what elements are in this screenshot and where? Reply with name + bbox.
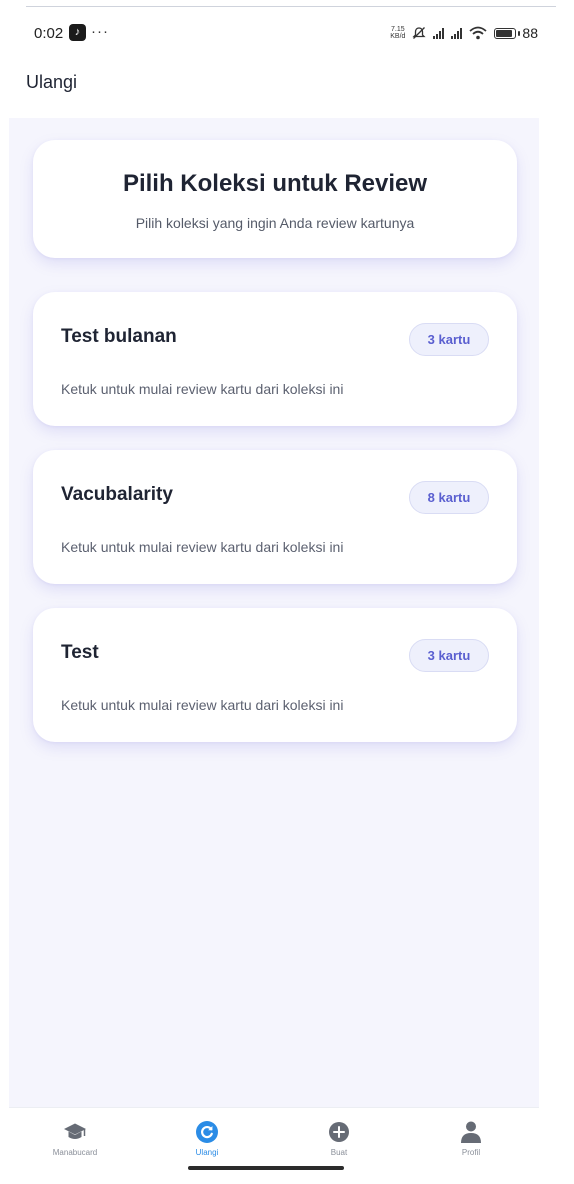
nav-label: Manabucard: [52, 1148, 98, 1157]
collection-name: Test: [61, 642, 99, 663]
plus-circle-icon: [329, 1122, 349, 1142]
card-count-badge: 3 kartu: [409, 639, 489, 672]
status-bar: 0:02 ♪ ··· 7.15 KB/d 88: [0, 18, 574, 48]
main-content: Pilih Koleksi untuk Review Pilih koleksi…: [9, 118, 539, 1108]
graduation-cap-icon: [64, 1123, 86, 1139]
wifi-icon: [469, 26, 488, 40]
collection-hint: Ketuk untuk mulai review kartu dari kole…: [61, 539, 344, 555]
nav-label: Ulangi: [195, 1148, 219, 1157]
card-count-badge: 3 kartu: [409, 323, 489, 356]
signal-1-icon: [433, 27, 445, 39]
collection-card[interactable]: Vacubalarity 8 kartu Ketuk untuk mulai r…: [33, 450, 517, 584]
battery-level: 88: [522, 25, 538, 41]
battery-indicator: 88: [494, 25, 538, 41]
more-notifications-icon: ···: [91, 23, 109, 40]
nav-item-manabucard[interactable]: Manabucard: [9, 1108, 141, 1168]
nav-item-ulangi[interactable]: Ulangi: [141, 1108, 273, 1168]
network-speed: 7.15 KB/d: [390, 26, 406, 40]
nav-label: Buat: [330, 1148, 348, 1157]
top-divider: [26, 6, 556, 7]
collection-name: Vacubalarity: [61, 484, 173, 505]
status-time: 0:02: [34, 25, 64, 42]
battery-icon: [494, 27, 517, 39]
bottom-nav: Manabucard Ulangi Buat Profil: [9, 1107, 539, 1184]
signal-2-icon: [451, 27, 463, 39]
nav-item-profil[interactable]: Profil: [405, 1108, 537, 1168]
collection-name: Test bulanan: [61, 326, 177, 347]
nav-label: Profil: [461, 1148, 481, 1157]
collection-hint: Ketuk untuk mulai review kartu dari kole…: [61, 381, 344, 397]
status-icons: 7.15 KB/d 88: [390, 22, 538, 44]
app-header: Ulangi: [9, 58, 539, 118]
card-count-badge: 8 kartu: [409, 481, 489, 514]
collection-card[interactable]: Test bulanan 3 kartu Ketuk untuk mulai r…: [33, 292, 517, 426]
person-icon: [461, 1121, 481, 1143]
page-title: Ulangi: [26, 72, 78, 92]
intro-subtitle: Pilih koleksi yang ingin Anda review kar…: [135, 215, 415, 231]
mute-icon: [412, 27, 426, 39]
collection-card[interactable]: Test 3 kartu Ketuk untuk mulai review ka…: [33, 608, 517, 742]
tiktok-icon: ♪: [69, 24, 86, 41]
collection-hint: Ketuk untuk mulai review kartu dari kole…: [61, 697, 344, 713]
intro-title: Pilih Koleksi untuk Review: [122, 170, 428, 197]
refresh-icon: [196, 1121, 218, 1143]
nav-item-buat[interactable]: Buat: [273, 1108, 405, 1168]
home-indicator[interactable]: [188, 1166, 344, 1170]
intro-card: Pilih Koleksi untuk Review Pilih koleksi…: [33, 140, 517, 258]
